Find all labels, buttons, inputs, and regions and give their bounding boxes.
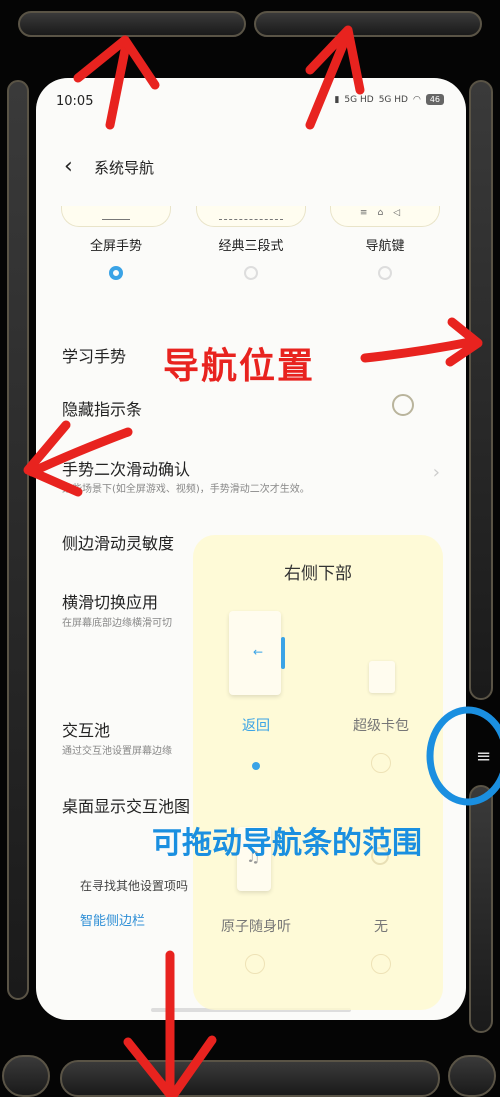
nav-option-label: 经典三段式 (218, 239, 284, 254)
side-sensitivity-item[interactable]: 侧边滑动灵敏度 (62, 530, 174, 554)
super-card-option[interactable] (355, 611, 407, 695)
overlay-item-label: 超级卡包 (353, 718, 409, 734)
back-arrow-icon: ← (253, 645, 264, 659)
radio-unselected[interactable] (245, 954, 265, 974)
gesture-confirm-desc: 某些场景下(如全屏游戏、视频)，手势滑动二次才生效。 (62, 484, 310, 495)
overlay-title: 右侧下部 (284, 564, 352, 584)
nav-keys-icon: ≡⌂◁ (359, 208, 411, 218)
radio-unselected[interactable] (371, 954, 391, 974)
smart-sidebar-link[interactable]: 智能侧边栏 (80, 910, 145, 929)
hide-indicator-toggle[interactable] (392, 394, 414, 416)
overlay-panel: 右侧下部 ← 返回 超级卡包 ♫ 原子随身听 无 (193, 535, 443, 1010)
page-title: 系统导航 (94, 159, 155, 177)
drag-range-annotation: 可拖动导航条的范围 (152, 826, 422, 861)
nav-option-keys[interactable]: ≡⌂◁ 导航键 (330, 206, 440, 280)
keys-preview: ≡⌂◁ (330, 206, 440, 227)
wifi-icon: ◠ (412, 94, 421, 105)
status-icons: ▮ 5G HD 5G HD ◠ 46 (334, 94, 444, 105)
vibrate-icon: ▮ (334, 94, 340, 105)
right-slot-lower (469, 785, 493, 1033)
back-chevron-icon[interactable]: ‹ (64, 156, 73, 178)
bottom-bar (60, 1060, 440, 1097)
swipe-switch-item[interactable]: 横滑切换应用 (62, 589, 158, 613)
interaction-pool-item[interactable]: 交互池 (62, 717, 110, 741)
top-left-slot (18, 11, 246, 37)
battery-icon: 46 (425, 94, 444, 105)
gesture-confirm-item[interactable]: 手势二次滑动确认 (62, 456, 190, 480)
radio-unselected[interactable] (371, 753, 391, 773)
left-slot (7, 80, 29, 1000)
signal-1: 5G HD (344, 94, 374, 105)
nav-option-classic[interactable]: 经典三段式 (196, 206, 306, 280)
interaction-pool-desc: 通过交互池设置屏幕边缘 (62, 746, 172, 757)
radio-unselected[interactable] (244, 266, 258, 280)
status-time: 10:05 (56, 94, 94, 109)
nav-option-fullscreen[interactable]: 全屏手势 (61, 206, 171, 280)
learn-gesture-item[interactable]: 学习手势 (62, 343, 126, 367)
overlay-item-label: 无 (374, 919, 388, 935)
signal-2: 5G HD (378, 94, 408, 105)
right-slot-upper (469, 80, 493, 700)
nav-option-label: 导航键 (365, 239, 405, 254)
nav-position-annotation: 导航位置 (163, 346, 316, 387)
bottom-left-handle (2, 1055, 50, 1097)
overlay-item-label: 原子随身听 (221, 919, 291, 935)
chevron-right-icon: › (432, 462, 440, 483)
back-option-card[interactable]: ← (229, 611, 285, 695)
nav-option-label: 全屏手势 (89, 239, 142, 254)
radio-unselected[interactable] (378, 266, 392, 280)
desktop-pool-item[interactable]: 桌面显示交互池图 (62, 793, 190, 817)
overlay-item-label: 返回 (242, 718, 270, 734)
classic-preview (196, 206, 306, 227)
search-hint: 在寻找其他设置项吗 (80, 879, 189, 893)
top-right-slot (254, 11, 482, 37)
card-icon (369, 661, 395, 693)
selected-dot (252, 762, 260, 770)
edge-highlight (281, 637, 285, 669)
fullscreen-preview (61, 206, 171, 227)
bottom-right-handle (448, 1055, 496, 1097)
swipe-switch-desc: 在屏幕底部边缘横滑可切 (62, 618, 172, 629)
drag-handle-icon[interactable]: ≡ (476, 748, 491, 766)
radio-selected[interactable] (109, 266, 123, 280)
hide-indicator-item[interactable]: 隐藏指示条 (62, 396, 142, 420)
